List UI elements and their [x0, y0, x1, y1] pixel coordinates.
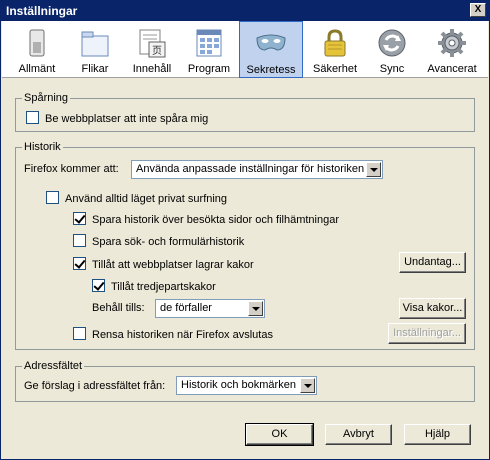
- tab-general[interactable]: Allmänt: [8, 21, 66, 78]
- help-button[interactable]: Hjälp: [404, 424, 471, 445]
- dropdown-arrow-icon[interactable]: [366, 162, 381, 177]
- history-legend: Historik: [22, 141, 63, 153]
- suggest-select[interactable]: Historik och bokmärken: [176, 376, 317, 395]
- third-party-cookies-checkbox[interactable]: [92, 279, 105, 292]
- keep-until-select[interactable]: de förfaller: [155, 299, 265, 318]
- tab-sync[interactable]: Sync: [366, 21, 418, 78]
- close-button[interactable]: X: [470, 3, 486, 17]
- location-bar-legend: Adressfältet: [22, 360, 85, 372]
- svg-text:页: 页: [152, 45, 162, 57]
- dnt-label: Be webbplatser att inte spåra mig: [45, 113, 209, 125]
- tab-label: Sync: [379, 63, 405, 75]
- clear-on-close-label: Rensa historiken när Firefox avslutas: [92, 329, 273, 341]
- tab-label: Sekretess: [246, 64, 296, 76]
- tab-label: Avancerat: [427, 63, 477, 75]
- switch-icon: [29, 29, 45, 57]
- clear-on-close-option[interactable]: Rensa historiken när Firefox avslutas: [73, 327, 273, 341]
- remember-forms-label: Spara sök- och formulärhistorik: [92, 236, 245, 248]
- third-party-cookies-option[interactable]: Tillåt tredjepartskakor: [92, 279, 216, 293]
- content-icon: 页: [139, 29, 166, 58]
- history-group: Historik Firefox kommer att: Använda anp…: [15, 141, 475, 350]
- dnt-checkbox[interactable]: [26, 111, 39, 124]
- show-cookies-button[interactable]: Visa kakor...: [399, 298, 466, 319]
- accept-cookies-checkbox[interactable]: [73, 257, 86, 270]
- dropdown-arrow-icon[interactable]: [300, 378, 315, 393]
- clear-settings-button[interactable]: Inställningar...: [388, 323, 466, 344]
- tab-label: Innehåll: [132, 63, 172, 75]
- keep-until-label: Behåll tills:: [92, 302, 145, 314]
- tabs-icon: [81, 31, 109, 57]
- cancel-button[interactable]: Avbryt: [325, 424, 392, 445]
- sync-icon: [378, 29, 406, 57]
- gear-icon: [438, 29, 466, 57]
- padlock-icon: [324, 29, 346, 57]
- suggest-value: Historik och bokmärken: [181, 379, 296, 391]
- suggest-label: Ge förslag i adressfältet från:: [24, 380, 166, 392]
- private-browsing-option[interactable]: Använd alltid läget privat surfning: [46, 191, 227, 205]
- history-mode-label: Firefox kommer att:: [24, 163, 119, 175]
- remember-history-label: Spara historik över besökta sidor och fi…: [92, 214, 340, 226]
- remember-forms-option[interactable]: Spara sök- och formulärhistorik: [73, 234, 244, 248]
- private-browsing-checkbox[interactable]: [46, 191, 59, 204]
- tab-tabs[interactable]: Flikar: [66, 21, 124, 78]
- tab-advanced[interactable]: Avancerat: [420, 21, 484, 78]
- category-toolbar: Allmänt Flikar 页 Innehåll Program Sekret…: [2, 21, 488, 78]
- dnt-option[interactable]: Be webbplatser att inte spåra mig: [26, 111, 208, 125]
- ok-button[interactable]: OK: [245, 423, 314, 446]
- tab-label: Program: [187, 63, 231, 75]
- tab-label: Säkerhet: [312, 63, 358, 75]
- tab-applications[interactable]: Program: [180, 21, 238, 78]
- history-mode-select[interactable]: Använda anpassade inställningar för hist…: [131, 160, 383, 179]
- tab-privacy[interactable]: Sekretess: [239, 21, 303, 78]
- applications-icon: [196, 29, 222, 57]
- window-title: Inställningar: [6, 4, 78, 18]
- exceptions-button[interactable]: Undantag...: [399, 252, 466, 273]
- tracking-group: Spårning Be webbplatser att inte spåra m…: [15, 92, 475, 132]
- clear-on-close-checkbox[interactable]: [73, 327, 86, 340]
- dropdown-arrow-icon[interactable]: [248, 301, 263, 316]
- accept-cookies-option[interactable]: Tillåt att webbplatser lagrar kakor: [73, 257, 254, 271]
- tracking-legend: Spårning: [22, 92, 71, 104]
- remember-history-option[interactable]: Spara historik över besökta sidor och fi…: [73, 212, 339, 226]
- location-bar-group: Adressfältet Ge förslag i adressfältet f…: [15, 360, 475, 402]
- tab-content[interactable]: 页 Innehåll: [124, 21, 180, 78]
- tab-label: Allmänt: [18, 63, 56, 75]
- third-party-cookies-label: Tillåt tredjepartskakor: [111, 281, 216, 293]
- keep-until-value: de förfaller: [160, 302, 212, 314]
- preferences-window: Inställningar X Allmänt Flikar 页 Innehål…: [0, 0, 490, 460]
- title-bar: Inställningar X: [1, 0, 489, 21]
- tab-label: Flikar: [81, 63, 109, 75]
- remember-forms-checkbox[interactable]: [73, 234, 86, 247]
- tab-security[interactable]: Säkerhet: [304, 21, 366, 78]
- private-browsing-label: Använd alltid läget privat surfning: [65, 193, 228, 205]
- mask-icon: [256, 34, 286, 51]
- accept-cookies-label: Tillåt att webbplatser lagrar kakor: [92, 259, 254, 271]
- history-mode-value: Använda anpassade inställningar för hist…: [136, 163, 365, 175]
- remember-history-checkbox[interactable]: [73, 212, 86, 225]
